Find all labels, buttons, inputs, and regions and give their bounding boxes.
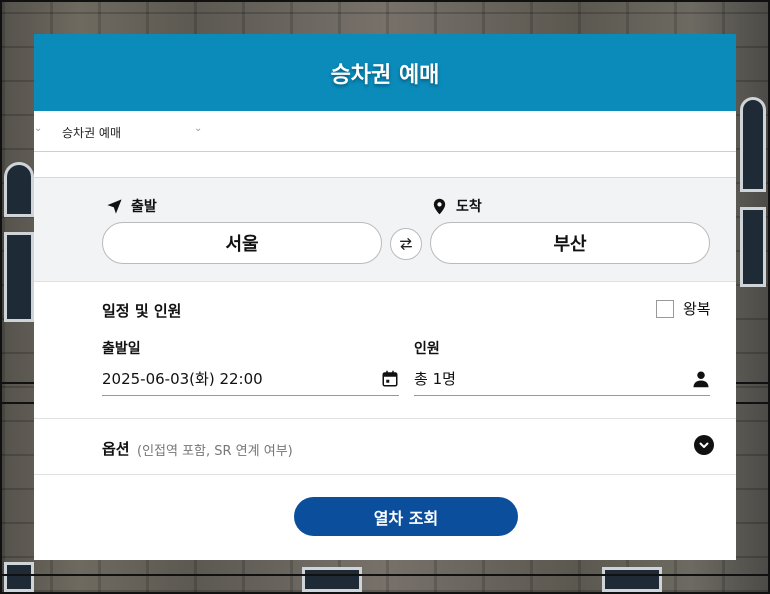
arrival-station-button[interactable]: 부산 [430, 222, 710, 264]
background-window [602, 567, 662, 592]
date-field[interactable]: 2025-06-03(화) 22:00 [102, 362, 399, 396]
arrival-label: 도착 [456, 199, 482, 215]
chevron-down-icon [699, 442, 709, 448]
options-description: (인접역 포함, SR 연계 여부) [137, 444, 293, 459]
departure-station-button[interactable]: 서울 [102, 222, 382, 264]
people-field[interactable]: 총 1명 [414, 362, 710, 396]
people-label: 인원 [414, 341, 440, 357]
background-window [4, 232, 34, 322]
map-pin-icon [433, 198, 446, 214]
route-section: 출발 도착 서울 부산 [34, 178, 736, 282]
chevron-down-circle-icon[interactable] [694, 435, 714, 455]
arrival-label-group: 도착 [431, 196, 482, 216]
background-window [302, 567, 362, 592]
background-window [4, 562, 34, 592]
background-wire [2, 574, 770, 576]
chevron-down-icon[interactable]: ⌄ [34, 123, 42, 134]
tab-bar[interactable]: ⌄ 승차권 예매 ⌄ [34, 111, 736, 152]
options-title[interactable]: 옵션 [102, 438, 130, 459]
navigation-arrow-icon [107, 198, 122, 214]
swap-stations-button[interactable] [390, 228, 422, 260]
ticket-booking-panel: 승차권 예매 ⌄ 승차권 예매 ⌄ 출발 도착 서울 부산 일정 및 인원 왕복… [34, 34, 736, 560]
roundtrip-checkbox[interactable] [656, 299, 674, 318]
chevron-down-icon[interactable]: ⌄ [194, 123, 202, 134]
tab-select-current[interactable]: 승차권 예매 [62, 124, 121, 141]
panel-header: 승차권 예매 [34, 34, 736, 111]
background-window [4, 162, 34, 217]
schedule-section: 일정 및 인원 왕복 출발일 2025-06-03(화) 22:00 인원 총 … [34, 282, 736, 419]
roundtrip-toggle[interactable]: 왕복 [656, 298, 711, 319]
departure-label-group: 출발 [106, 196, 157, 216]
departure-label: 출발 [131, 199, 157, 215]
swap-icon [400, 238, 412, 250]
roundtrip-label[interactable]: 왕복 [683, 298, 711, 319]
calendar-icon[interactable] [381, 370, 399, 388]
people-value[interactable]: 총 1명 [414, 368, 456, 389]
schedule-title: 일정 및 인원 [102, 302, 182, 320]
search-trains-button[interactable]: 열차 조회 [294, 497, 518, 536]
search-row: 열차 조회 [34, 475, 736, 559]
background-window [740, 97, 766, 192]
date-value[interactable]: 2025-06-03(화) 22:00 [102, 368, 263, 389]
tab-bar-spacer [34, 152, 736, 178]
options-section[interactable]: 옵션 (인접역 포함, SR 연계 여부) [34, 419, 736, 475]
date-label: 출발일 [102, 341, 141, 357]
panel-title: 승차권 예매 [330, 62, 440, 88]
person-icon[interactable] [692, 370, 710, 388]
background-window [740, 207, 766, 287]
